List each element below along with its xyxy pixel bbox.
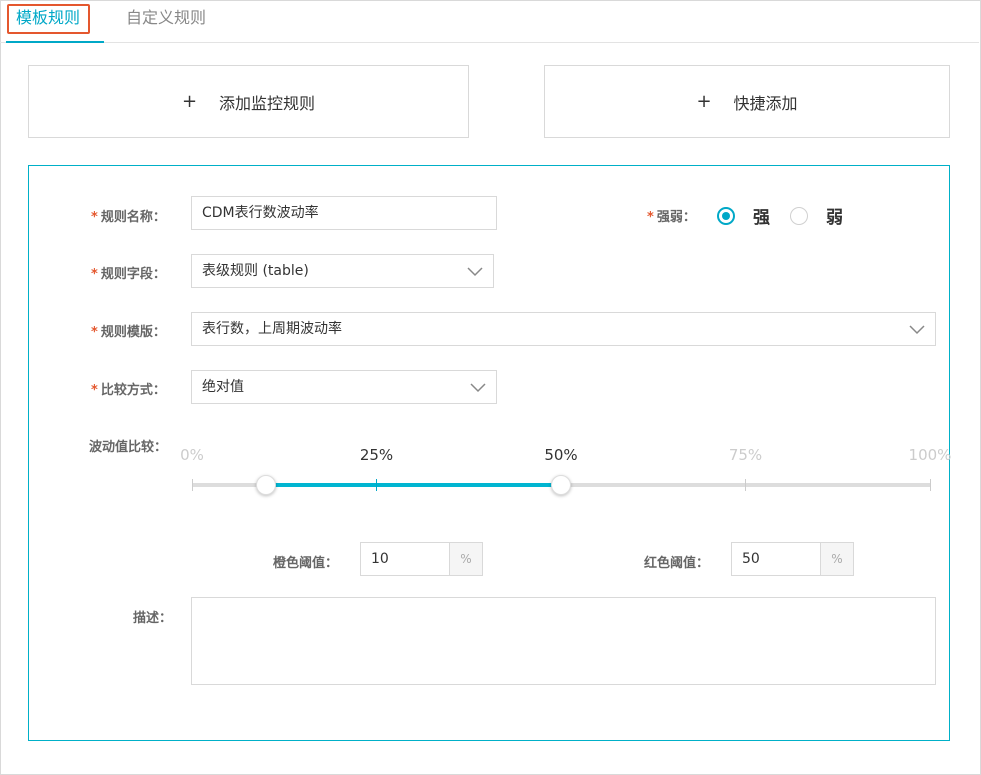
- quick-add-button[interactable]: + 快捷添加: [544, 65, 950, 138]
- required-mark: *: [647, 210, 654, 225]
- slider-tick-label: 100%: [908, 446, 952, 464]
- orange-threshold-input[interactable]: 10: [360, 542, 450, 576]
- tab-custom-rules[interactable]: 自定义规则: [126, 6, 206, 30]
- tab-bar: 模板规则 自定义规则: [0, 0, 979, 43]
- slider-tick: [745, 479, 746, 491]
- strength-radio-group: 强 弱: [717, 203, 863, 228]
- red-threshold-input-group: 50 %: [731, 542, 854, 576]
- radio-weak-label: 弱: [826, 208, 843, 228]
- required-mark: *: [91, 383, 98, 398]
- slider-selected-range: [265, 483, 561, 487]
- strength-label: * 强弱：: [647, 210, 696, 225]
- percent-unit-addon: %: [450, 542, 483, 576]
- rule-field-select[interactable]: 表级规则 (table): [191, 254, 494, 288]
- red-threshold-input[interactable]: 50: [731, 542, 821, 576]
- add-monitor-rule-label: 添加监控规则: [219, 93, 316, 113]
- plus-icon: +: [696, 91, 712, 112]
- rule-name-label: * 规则名称：: [91, 210, 166, 225]
- plus-icon: +: [181, 91, 198, 112]
- orange-threshold-label: 橙色阈值：: [273, 556, 339, 571]
- add-monitor-rule-button[interactable]: + 添加监控规则: [28, 65, 469, 138]
- rule-template-select[interactable]: 表行数，上周期波动率: [191, 312, 936, 346]
- tab-template-rules[interactable]: 模板规则: [16, 6, 80, 30]
- slider-tick: [929, 479, 931, 491]
- slider-tick-label: 25%: [359, 446, 394, 464]
- rule-field-label: * 规则字段：: [91, 267, 166, 282]
- required-mark: *: [91, 210, 98, 225]
- red-threshold-label: 红色阈值：: [644, 556, 710, 571]
- chevron-down-icon: [470, 383, 486, 393]
- slider-tick-label: 0%: [180, 446, 204, 464]
- required-mark: *: [91, 267, 98, 282]
- chevron-down-icon: [467, 267, 483, 277]
- rule-name-input[interactable]: CDM表行数波动率: [191, 196, 497, 230]
- active-tab-underline: [6, 41, 104, 43]
- slider-high-handle[interactable]: [551, 475, 571, 495]
- quick-add-label: 快捷添加: [733, 93, 798, 113]
- fluctuation-label: 波动值比较：: [89, 440, 168, 455]
- compare-method-label: * 比较方式：: [91, 383, 166, 398]
- rule-template-value: 表行数，上周期波动率: [202, 321, 342, 337]
- percent-unit-addon: %: [821, 542, 854, 576]
- chevron-down-icon: [909, 325, 925, 335]
- radio-weak[interactable]: [790, 206, 808, 225]
- rule-template-label: * 规则模版：: [91, 325, 166, 340]
- required-mark: *: [91, 325, 98, 340]
- radio-strong[interactable]: [717, 206, 735, 225]
- slider-tick-label: 75%: [728, 446, 763, 464]
- rule-form-panel: * 规则名称： CDM表行数波动率 * 强弱： 强 弱 * 规则字段： 表级规则 (t…: [28, 165, 952, 741]
- compare-method-value: 绝对值: [202, 379, 244, 395]
- rule-field-value: 表级规则 (table): [202, 263, 309, 279]
- slider-tick: [191, 479, 193, 491]
- orange-threshold-input-group: 10 %: [360, 542, 483, 576]
- radio-strong-label: 强: [753, 208, 770, 228]
- slider-tick: [376, 479, 377, 491]
- description-textarea[interactable]: [191, 597, 936, 685]
- slider-tick-label: 50%: [544, 446, 578, 464]
- description-label: 描述：: [133, 611, 173, 626]
- slider-low-handle[interactable]: [255, 475, 276, 495]
- compare-method-select[interactable]: 绝对值: [191, 370, 497, 404]
